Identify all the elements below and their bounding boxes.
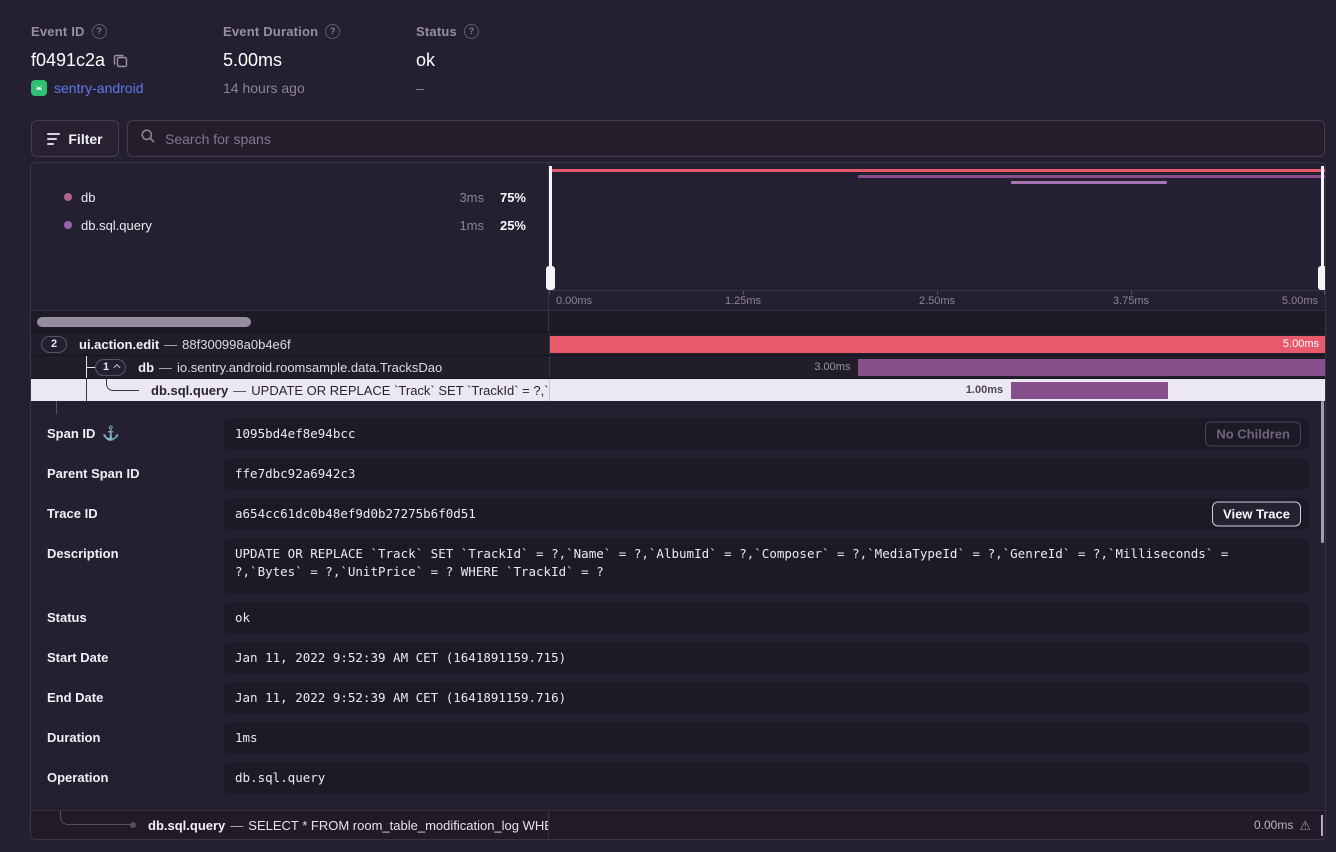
- detail-row-span-id: Span ID ⚓ 1095bd4ef8e94bcc No Children: [47, 418, 1309, 450]
- minimap-left-handle[interactable]: [549, 166, 552, 290]
- detail-row-operation: Operation db.sql.query: [47, 762, 1309, 794]
- status-value-box: ok: [224, 602, 1309, 634]
- detail-row-status: Status ok: [47, 602, 1309, 634]
- parent-span-id-value: ffe7dbc92a6942c3: [224, 458, 1309, 490]
- trace-minimap[interactable]: 0.00ms 1.25ms 2.50ms 3.75ms 5.00ms: [549, 163, 1325, 310]
- horizontal-scrollbar-thumb[interactable]: [37, 317, 251, 327]
- status-label: Status: [416, 24, 457, 39]
- op-percent: 25%: [484, 218, 526, 233]
- operations-legend: db 3ms 75% db.sql.query 1ms 25%: [31, 163, 549, 310]
- operation-value: db.sql.query: [224, 762, 1309, 794]
- search-input[interactable]: [165, 131, 1312, 147]
- status-value: ok: [416, 50, 435, 71]
- event-duration-label: Event Duration: [223, 24, 318, 39]
- minimap-span-line: [549, 169, 1325, 172]
- detail-row-duration: Duration 1ms: [47, 722, 1309, 754]
- help-icon[interactable]: ?: [325, 24, 340, 39]
- span-search: [127, 120, 1325, 157]
- axis-tick-label: 1.25ms: [725, 295, 761, 307]
- detail-row-end-date: End Date Jan 11, 2022 9:52:39 AM CET (16…: [47, 682, 1309, 714]
- detail-row-description: Description UPDATE OR REPLACE `Track` SE…: [47, 538, 1309, 594]
- help-icon[interactable]: ?: [464, 24, 479, 39]
- anchor-icon[interactable]: ⚓: [102, 426, 119, 441]
- filter-icon: [47, 133, 60, 145]
- span-duration-bar[interactable]: [858, 359, 1325, 376]
- filter-button[interactable]: Filter: [31, 120, 119, 157]
- axis-tick-label: 2.50ms: [919, 295, 955, 307]
- span-duration-label: 1.00ms: [966, 379, 1003, 402]
- minimap-right-handle[interactable]: [1321, 166, 1324, 290]
- span-row-ui-action-edit[interactable]: 2 ui.action.edit — 88f300998a0b4e6f 5.00…: [31, 332, 1325, 355]
- event-header: Event ID ? f0491c2a: [31, 22, 479, 97]
- op-duration: 1ms: [444, 218, 484, 233]
- spans-panel: db 3ms 75% db.sql.query 1ms 25%: [30, 162, 1326, 840]
- op-color-dot: [64, 193, 72, 201]
- event-age: 14 hours ago: [223, 80, 305, 96]
- warning-icon[interactable]: ⚠: [1299, 819, 1311, 832]
- span-row-db-sql-query-selected[interactable]: db.sql.query — UPDATE OR REPLACE `Track`…: [31, 378, 1325, 401]
- time-axis: 0.00ms 1.25ms 2.50ms 3.75ms 5.00ms: [549, 290, 1325, 310]
- description-value: UPDATE OR REPLACE `Track` SET `TrackId` …: [224, 538, 1309, 594]
- op-percent: 75%: [484, 190, 526, 205]
- minimap-span-line: [858, 175, 1325, 178]
- event-duration-value: 5.00ms: [223, 50, 282, 71]
- sentry-span-detail-page: Event ID ? f0491c2a: [0, 0, 1336, 852]
- copy-icon[interactable]: [113, 53, 128, 68]
- tree-scrollbar-band: [31, 310, 1325, 332]
- view-trace-button[interactable]: View Trace: [1212, 502, 1301, 527]
- span-row-db[interactable]: 1 db — io.sentry.android.roomsample.data…: [31, 355, 1325, 378]
- detail-row-parent-span-id: Parent Span ID ffe7dbc92a6942c3: [47, 458, 1309, 490]
- detail-row-start-date: Start Date Jan 11, 2022 9:52:39 AM CET (…: [47, 642, 1309, 674]
- axis-tick-label: 3.75ms: [1113, 295, 1149, 307]
- children-count-pill[interactable]: 2: [41, 336, 67, 353]
- detail-row-trace-id: Trace ID a654cc61dc0b48ef9d0b27275b6f0d5…: [47, 498, 1309, 530]
- no-children-button[interactable]: No Children: [1205, 422, 1301, 447]
- minimap-span-line: [1011, 181, 1168, 184]
- axis-tick-label: 5.00ms: [1282, 295, 1318, 307]
- span-tree: 2 ui.action.edit — 88f300998a0b4e6f 5.00…: [31, 332, 1325, 401]
- end-date-value: Jan 11, 2022 9:52:39 AM CET (1641891159.…: [224, 682, 1309, 714]
- axis-tick-label: 0.00ms: [556, 295, 592, 307]
- legend-item-db-sql-query[interactable]: db.sql.query 1ms 25%: [31, 211, 548, 239]
- span-duration-bar[interactable]: [1011, 382, 1168, 399]
- vertical-scrollbar-thumb[interactable]: [1321, 401, 1324, 543]
- span-id-value: 1095bd4ef8e94bcc No Children: [224, 418, 1309, 450]
- spans-toolbar: Filter: [31, 120, 1325, 157]
- start-date-value: Jan 11, 2022 9:52:39 AM CET (1641891159.…: [224, 642, 1309, 674]
- chevron-up-icon: [114, 363, 121, 370]
- event-id-value: f0491c2a: [31, 50, 105, 71]
- children-count-pill-expanded[interactable]: 1: [95, 359, 126, 376]
- trace-id-value: a654cc61dc0b48ef9d0b27275b6f0d51 View Tr…: [224, 498, 1309, 530]
- span-duration-label: 3.00ms: [814, 356, 850, 379]
- android-project-icon: [31, 80, 47, 96]
- op-duration: 3ms: [444, 190, 484, 205]
- span-row-db-sql-query-select[interactable]: db.sql.query — SELECT * FROM room_table_…: [31, 810, 1325, 839]
- minimap-chart[interactable]: [549, 163, 1325, 290]
- status-sub: –: [416, 80, 424, 96]
- project-link[interactable]: sentry-android: [54, 80, 144, 96]
- search-icon: [140, 128, 156, 149]
- event-id-label: Event ID: [31, 24, 85, 39]
- legend-item-db[interactable]: db 3ms 75%: [31, 183, 548, 211]
- op-color-dot: [64, 221, 72, 229]
- duration-value: 1ms: [224, 722, 1309, 754]
- span-details: Span ID ⚓ 1095bd4ef8e94bcc No Children P…: [31, 401, 1325, 810]
- span-duration-bar[interactable]: 5.00ms: [550, 336, 1325, 353]
- span-duration-label: 5.00ms: [1283, 336, 1319, 353]
- span-duration-label: 0.00ms: [1254, 818, 1293, 832]
- help-icon[interactable]: ?: [92, 24, 107, 39]
